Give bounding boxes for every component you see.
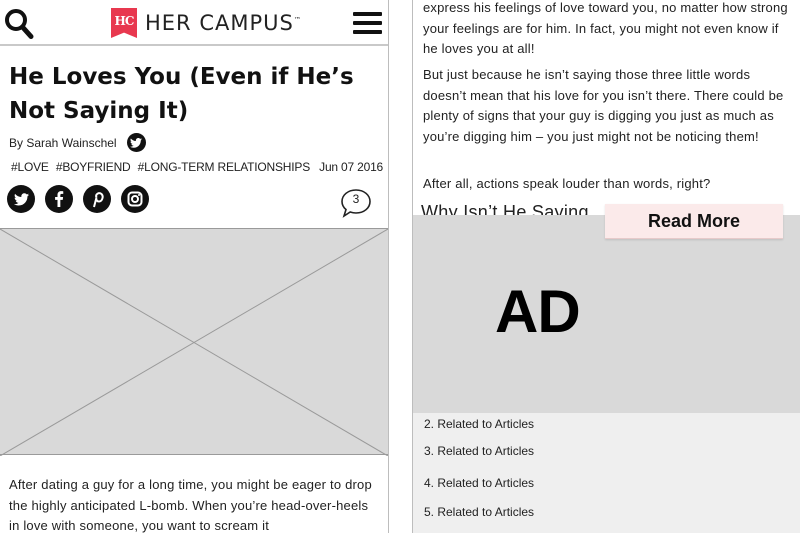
hero-image-placeholder: [0, 228, 388, 456]
hamburger-menu-icon[interactable]: [353, 12, 382, 36]
body-paragraph: But just because he isn’t saying those t…: [423, 67, 784, 144]
comment-count: 3: [352, 192, 360, 206]
comments-button[interactable]: 3: [340, 188, 372, 218]
related-article-link[interactable]: 5. Related to Articles: [424, 505, 534, 519]
article-continued-screen: express his feelings of love toward you,…: [412, 0, 800, 533]
author-name[interactable]: By Sarah Wainschel: [9, 136, 117, 150]
publish-date: Jun 07 2016: [319, 160, 384, 174]
byline: By Sarah Wainschel: [9, 133, 146, 152]
tag-boyfriend[interactable]: #BOYFRIEND: [56, 160, 131, 174]
share-bar: [7, 185, 159, 213]
her-campus-logo[interactable]: HC HER CAMPUS™: [111, 8, 302, 38]
twitter-icon[interactable]: [7, 185, 35, 213]
body-paragraph: express his feelings of love toward you,…: [423, 0, 788, 56]
article-intro: After dating a guy for a long time, you …: [9, 477, 372, 533]
ad-banner[interactable]: AD: [413, 215, 800, 413]
pinterest-icon[interactable]: [83, 185, 111, 213]
article-title: He Loves You (Even if He’s Not Saying It…: [9, 64, 354, 124]
body-paragraph: After all, actions speak louder than wor…: [423, 176, 711, 191]
author-twitter-icon[interactable]: [126, 133, 146, 152]
tag-love[interactable]: #LOVE: [11, 160, 49, 174]
article-screen: HC HER CAMPUS™ He Loves You (Even if He’…: [0, 0, 389, 533]
related-article-link[interactable]: 4. Related to Articles: [424, 476, 534, 490]
image-placeholder-icon: [0, 229, 388, 456]
article-tags: #LOVE #BOYFRIEND #LONG-TERM RELATIONSHIP…: [11, 160, 387, 174]
instagram-icon[interactable]: [121, 185, 149, 213]
brand-name: HER CAMPUS: [145, 11, 294, 35]
related-article-link[interactable]: 2. Related to Articles: [424, 417, 534, 431]
related-articles-list: 2. Related to Articles 3. Related to Art…: [413, 413, 800, 533]
related-article-link[interactable]: 3. Related to Articles: [424, 444, 534, 458]
facebook-icon[interactable]: [45, 185, 73, 213]
brand-tm: ™: [293, 16, 302, 24]
read-more-button[interactable]: Read More: [605, 204, 783, 239]
search-icon[interactable]: [4, 8, 34, 40]
logo-mark: HC: [111, 8, 137, 38]
ad-label: AD: [495, 278, 581, 345]
tag-long-term-relationships[interactable]: #LONG-TERM RELATIONSHIPS: [138, 160, 311, 174]
top-bar: HC HER CAMPUS™: [0, 0, 388, 46]
